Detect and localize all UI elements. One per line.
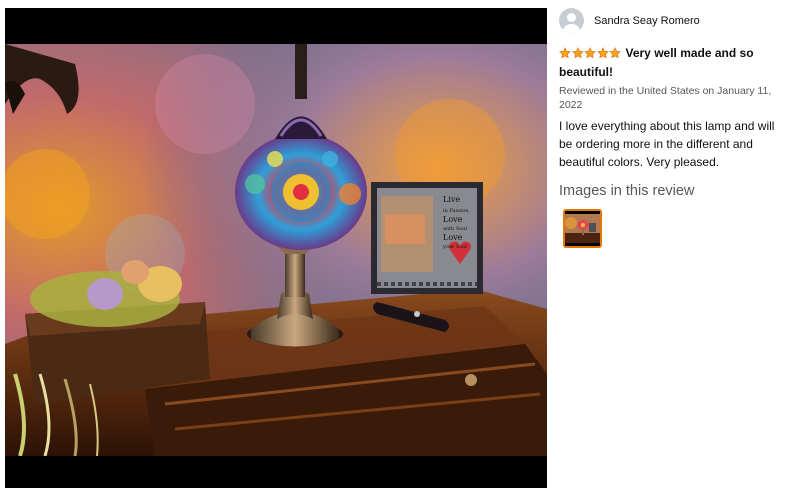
frame-text-line-3: Love [443, 215, 463, 224]
review-title-row: Very well made and so beautiful! [559, 45, 791, 81]
avatar-head [567, 13, 576, 22]
star-rating[interactable] [559, 47, 622, 64]
frame-text-line-4: with Soul [443, 226, 467, 232]
reviewer-name[interactable]: Sandra Seay Romero [594, 15, 700, 27]
frame-text-line-1: Live [443, 195, 460, 204]
avatar-shoulders [563, 24, 580, 33]
lamp-photo-illustration: Live in Passion Love with Soul Love your… [5, 44, 547, 456]
star-icon [609, 47, 621, 59]
avatar [559, 8, 584, 33]
review-photo-lamp: Live in Passion Love with Soul Love your… [5, 44, 547, 456]
review-panel: Sandra Seay Romero Very well made and so… [559, 8, 791, 248]
reviewer-row: Sandra Seay Romero [559, 8, 791, 33]
review-date: Reviewed in the United States on January… [559, 85, 772, 111]
star-icon [571, 47, 584, 59]
review-image-thumbnail[interactable] [563, 209, 602, 248]
thumbnail-image [565, 211, 600, 246]
star-icon [596, 47, 609, 59]
frame-text-line-5: Love [443, 233, 463, 242]
review-body: I love everything about this lamp and wi… [559, 119, 775, 169]
frame-text-line-2: in Passion [443, 208, 469, 214]
frame-text-line-6: your Soul [442, 244, 468, 250]
star-icon [559, 47, 571, 59]
star-icon [584, 47, 596, 59]
images-heading: Images in this review [559, 183, 695, 199]
review-image-viewer: Live in Passion Love with Soul Love your… [5, 8, 547, 488]
